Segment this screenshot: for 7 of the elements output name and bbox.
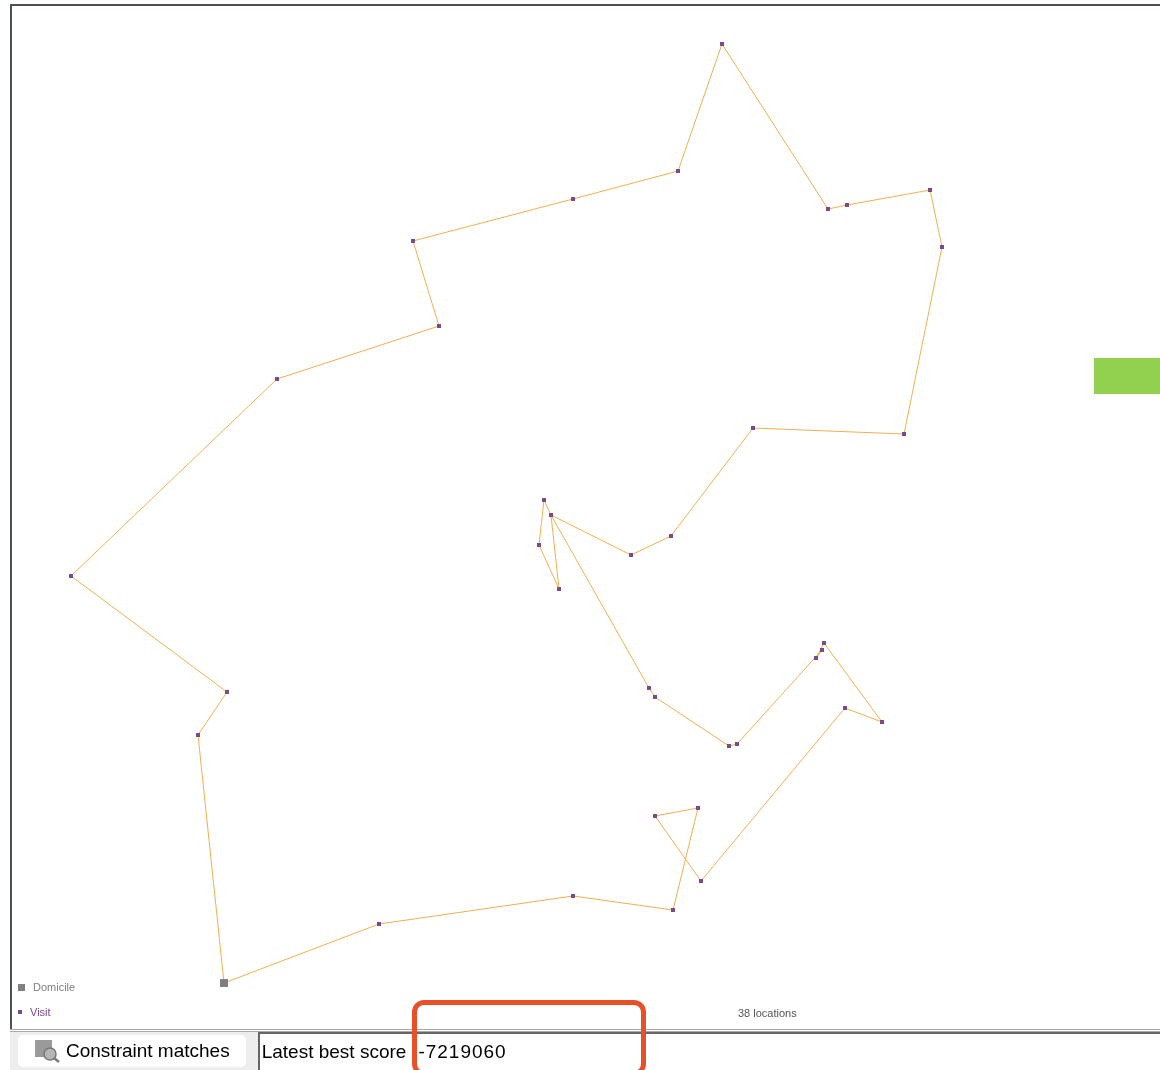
legend-label: Visit [30, 1005, 51, 1019]
constraint-matches-button[interactable]: Constraint matches [18, 1035, 246, 1067]
legend-label: Domicile [33, 980, 76, 994]
score-label: Latest best score [261, 1039, 407, 1064]
magnifier-icon [34, 1039, 60, 1063]
location-count: 38 locations [738, 1006, 797, 1020]
score-value: -7219060 [418, 1039, 507, 1064]
